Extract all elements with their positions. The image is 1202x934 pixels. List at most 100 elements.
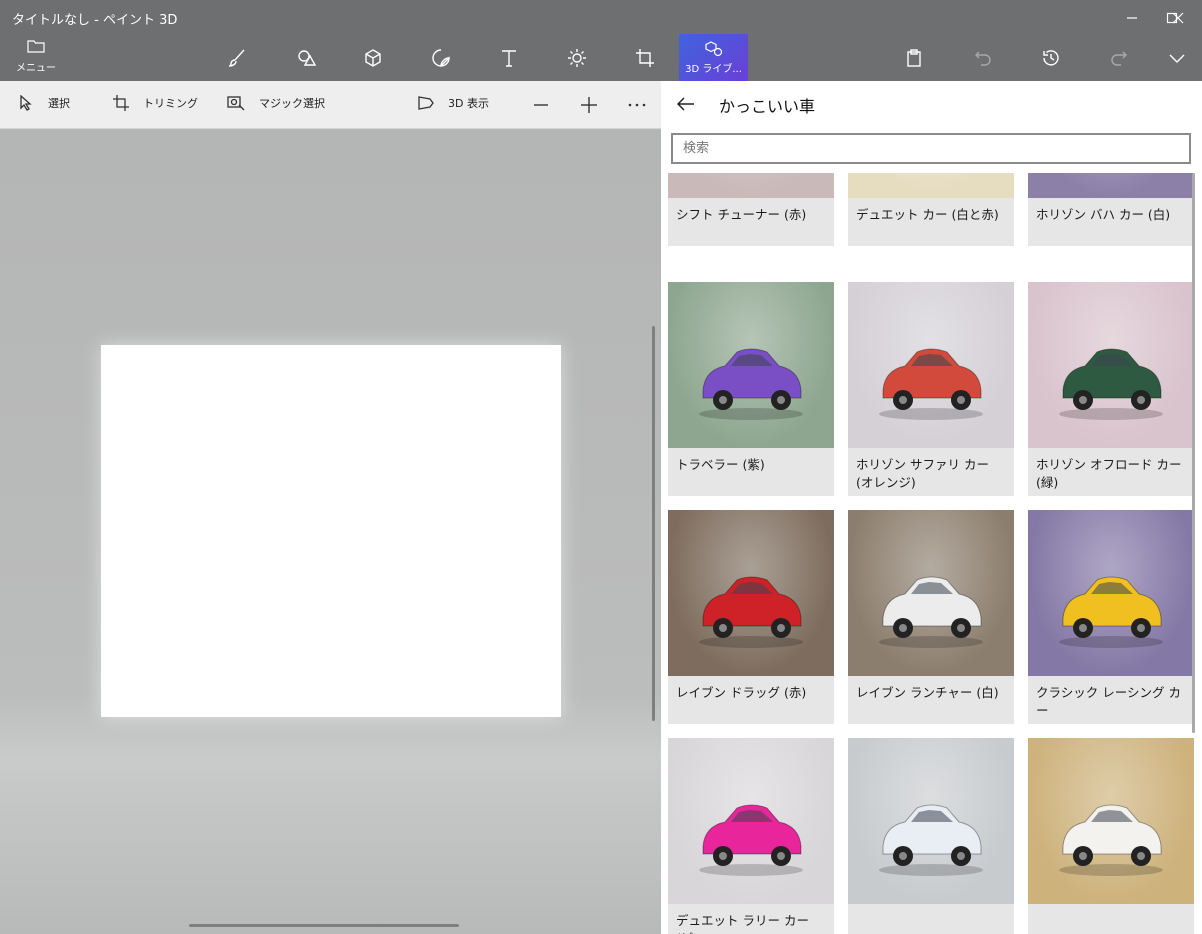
- model-caption: トラベラー (紫): [676, 457, 765, 472]
- model-thumbnail: [1028, 510, 1194, 676]
- horizontal-scrollbar[interactable]: [189, 924, 459, 927]
- cursor-icon: [20, 95, 32, 111]
- more-options-button[interactable]: [625, 93, 649, 117]
- sticker-icon: [432, 49, 450, 67]
- paste-button[interactable]: [894, 40, 934, 76]
- more-icon: [628, 103, 646, 107]
- model-card[interactable]: デュエット カー (白と赤): [848, 173, 1014, 246]
- 3d-library-panel: かっこいい車 シフト チューナー (赤) デュエット カー (白と赤) ホリゾン バ…: [661, 81, 1202, 934]
- close-control[interactable]: [1158, 4, 1198, 32]
- text-icon: [502, 50, 516, 67]
- car-model-icon: [1059, 576, 1163, 648]
- effects-tool[interactable]: [557, 40, 597, 76]
- model-caption: シフト チューナー (赤): [676, 207, 807, 222]
- model-card[interactable]: トラベラー (紫): [668, 282, 834, 496]
- crop-icon: [113, 95, 129, 111]
- select-button[interactable]: 選択: [18, 95, 70, 111]
- zoom-in-button[interactable]: [577, 93, 601, 117]
- model-card[interactable]: クラシック レーシング カー: [1028, 510, 1194, 724]
- canvas-icon: [636, 49, 654, 67]
- select-label: 選択: [48, 97, 70, 110]
- text-tool[interactable]: [489, 40, 529, 76]
- close-icon: [1172, 12, 1184, 24]
- history-button[interactable]: [1031, 40, 1071, 76]
- model-caption: デュエット ラリー カー (ピン: [676, 913, 809, 934]
- 2d-shapes-tool[interactable]: [286, 40, 326, 76]
- model-thumbnail: [848, 510, 1014, 676]
- expand-ribbon-button[interactable]: [1157, 40, 1197, 76]
- drawing-canvas[interactable]: [101, 345, 561, 717]
- magic-select-button[interactable]: マジック選択: [227, 95, 325, 111]
- sun-icon: [568, 49, 586, 67]
- panel-scrollbar[interactable]: [1192, 173, 1195, 733]
- car-model-icon: [699, 576, 803, 648]
- vertical-scrollbar[interactable]: [652, 326, 655, 721]
- model-thumbnail: [1028, 282, 1194, 448]
- clipboard-icon: [907, 49, 921, 67]
- car-model-icon: [699, 348, 803, 420]
- car-model-icon: [879, 348, 983, 420]
- brushes-tool[interactable]: [217, 40, 257, 76]
- model-caption: [1028, 904, 1194, 934]
- minimize-control[interactable]: [1112, 4, 1152, 32]
- model-thumbnail: [848, 282, 1014, 448]
- car-model-icon: [1059, 348, 1163, 420]
- model-caption: [848, 904, 1014, 934]
- stickers-tool[interactable]: [421, 40, 461, 76]
- minus-icon: [534, 104, 548, 106]
- model-card[interactable]: デュエット ラリー カー (ピン: [668, 738, 834, 934]
- car-model-icon: [1059, 804, 1163, 876]
- model-thumbnail: [668, 282, 834, 448]
- model-caption: レイブン ランチャー (白): [856, 685, 999, 700]
- car-model-icon: [699, 804, 803, 876]
- 2d-shapes-icon: [298, 50, 316, 66]
- crop-label: トリミング: [143, 97, 198, 110]
- 3d-library-tool[interactable]: 3D ライブ...: [679, 34, 748, 81]
- history-icon: [1043, 50, 1059, 66]
- folder-icon: [27, 40, 45, 53]
- 3d-view-icon: [418, 96, 434, 110]
- back-button[interactable]: [675, 93, 697, 115]
- model-caption: デュエット カー (白と赤): [856, 207, 999, 222]
- undo-button[interactable]: [963, 40, 1003, 76]
- model-caption: ホリゾン バハ カー (白): [1036, 207, 1171, 222]
- model-thumbnail: [1028, 738, 1194, 904]
- model-card[interactable]: ホリゾン サファリ カー (オレンジ): [848, 282, 1014, 496]
- model-caption: ホリゾン オフロード カー (緑): [1036, 457, 1182, 490]
- workspace: [0, 130, 661, 934]
- model-grid: シフト チューナー (赤) デュエット カー (白と赤) ホリゾン バハ カー (白…: [668, 173, 1195, 934]
- canvas-toolbar: 選択 トリミング マジック選択 3D 表示: [0, 81, 661, 129]
- model-card[interactable]: レイブン ドラッグ (赤): [668, 510, 834, 724]
- 3d-shapes-tool[interactable]: [353, 40, 393, 76]
- car-model-icon: [879, 804, 983, 876]
- menu-button[interactable]: メニュー: [12, 38, 60, 78]
- model-thumbnail: [848, 173, 1014, 198]
- zoom-out-button[interactable]: [529, 93, 553, 117]
- car-model-icon: [879, 576, 983, 648]
- model-card[interactable]: [1028, 738, 1194, 934]
- model-thumbnail: [1028, 173, 1194, 198]
- model-caption: クラシック レーシング カー: [1036, 685, 1181, 718]
- brush-icon: [228, 49, 245, 67]
- model-card[interactable]: レイブン ランチャー (白): [848, 510, 1014, 724]
- canvas-tool[interactable]: [625, 40, 665, 76]
- view-3d-button[interactable]: 3D 表示: [418, 95, 489, 111]
- 3d-library-icon: [704, 40, 722, 56]
- panel-header: かっこいい車: [661, 81, 1202, 127]
- model-card[interactable]: [848, 738, 1014, 934]
- redo-icon: [1111, 51, 1127, 66]
- crop-button[interactable]: トリミング: [113, 95, 198, 111]
- model-thumbnail: [668, 738, 834, 904]
- search-input[interactable]: [671, 133, 1191, 164]
- magic-select-icon: [227, 96, 245, 111]
- plus-icon: [581, 97, 597, 113]
- cube-icon: [365, 49, 381, 67]
- arrow-left-icon: [677, 97, 694, 111]
- model-card[interactable]: ホリゾン バハ カー (白): [1028, 173, 1194, 246]
- model-thumbnail: [668, 510, 834, 676]
- redo-button[interactable]: [1099, 40, 1139, 76]
- menu-label: メニュー: [16, 63, 56, 74]
- category-title: かっこいい車: [719, 97, 816, 116]
- model-card[interactable]: ホリゾン オフロード カー (緑): [1028, 282, 1194, 496]
- model-card[interactable]: シフト チューナー (赤): [668, 173, 834, 246]
